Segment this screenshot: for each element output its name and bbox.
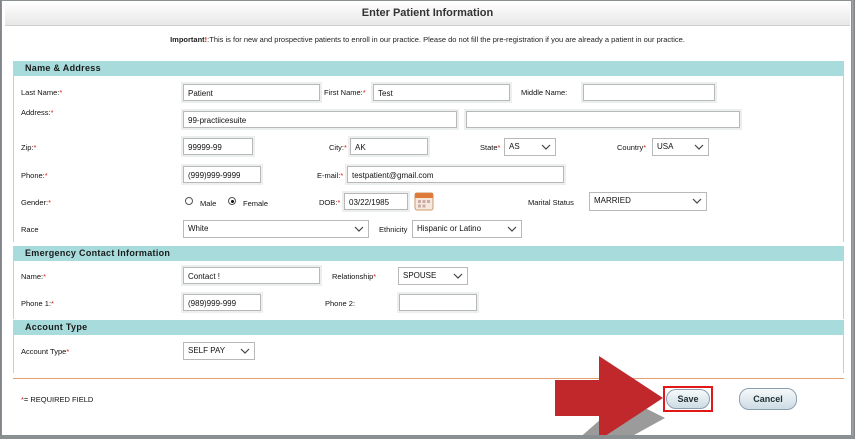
relationship-label: Relationship* [332,272,377,281]
last-name-field[interactable]: Patient [183,84,320,101]
panel-name-address: Last Name:* Patient First Name:* Test Mi… [13,76,844,242]
important-label: Important [170,35,205,44]
chevron-down-icon [354,226,364,232]
ec-name-label: Name:* [21,272,47,281]
zip-label: Zip:* [21,143,37,152]
gender-male-radio[interactable] [185,197,193,205]
calendar-icon[interactable] [414,191,434,211]
panel-account-type: Account Type* SELF PAY [13,335,844,373]
country-label: Country* [617,143,647,152]
pointer-arrow-icon [555,356,665,435]
phone1-label: Phone 1:* [21,299,54,308]
marital-status-label: Marital Status [528,198,574,207]
account-type-select[interactable]: SELF PAY [183,342,255,360]
gender-female-radio[interactable] [228,197,236,205]
middle-name-field[interactable] [583,84,715,101]
middle-name-label: Middle Name: [521,88,568,97]
address-line1-field[interactable]: 99-practiicesuite [183,111,457,128]
city-label: City:* [329,143,347,152]
ethnicity-label: Ethnicity [379,225,408,234]
first-name-field[interactable]: Test [373,84,510,101]
important-notice: Important!:This is for new and prospecti… [2,35,851,44]
footer-divider [13,378,844,379]
country-select[interactable]: USA [652,138,709,156]
chevron-down-icon [692,198,702,204]
phone2-field[interactable] [399,294,477,311]
email-label: E-mail:* [317,171,344,180]
zip-field[interactable]: 99999-99 [183,138,253,155]
panel-emergency-contact: Name:* Contact ! Relationship* SPOUSE Ph… [13,261,844,319]
state-label: State* [480,143,501,152]
account-type-label: Account Type* [21,347,70,356]
section-emergency-contact: Emergency Contact Information [13,246,844,261]
chevron-down-icon [694,144,704,150]
cancel-button[interactable]: Cancel [739,388,797,410]
phone2-label: Phone 2: [325,299,356,308]
address-line2-field[interactable] [466,111,740,128]
city-field[interactable]: AK [350,138,428,155]
ethnicity-select[interactable]: Hispanic or Latino [412,220,522,238]
email-field[interactable]: testpatient@gmail.com [347,166,564,183]
relationship-select[interactable]: SPOUSE [398,267,468,285]
section-account-type: Account Type [13,320,844,335]
gender-male-label: Male [200,199,217,208]
marital-status-select[interactable]: MARRIED [589,192,707,211]
address-label: Address:* [21,108,54,117]
phone-field[interactable]: (999)999-9999 [183,166,261,183]
save-button-highlight [663,386,713,412]
phone-label: Phone:* [21,171,48,180]
important-text: :This is for new and prospective patient… [207,35,685,44]
state-select[interactable]: AS [504,138,556,156]
race-select[interactable]: White [183,220,369,238]
chevron-down-icon [240,348,250,354]
chevron-down-icon [507,226,517,232]
patient-info-dialog: Enter Patient Information Important!:Thi… [1,0,852,436]
phone1-field[interactable]: (989)999-999 [183,294,261,311]
race-label: Race [21,225,39,234]
dialog-title: Enter Patient Information [5,1,850,26]
gender-label: Gender:* [21,198,52,207]
last-name-label: Last Name:* [21,88,63,97]
gender-female-label: Female [243,199,269,208]
ec-name-field[interactable]: Contact ! [183,267,320,284]
first-name-label: First Name:* [324,88,366,97]
chevron-down-icon [453,273,463,279]
dob-field[interactable]: 03/22/1985 [344,193,408,210]
chevron-down-icon [541,144,551,150]
section-name-address: Name & Address [13,61,844,76]
dob-label: DOB:* [319,198,341,207]
required-field-note: *= REQUIRED FIELD [21,395,94,404]
